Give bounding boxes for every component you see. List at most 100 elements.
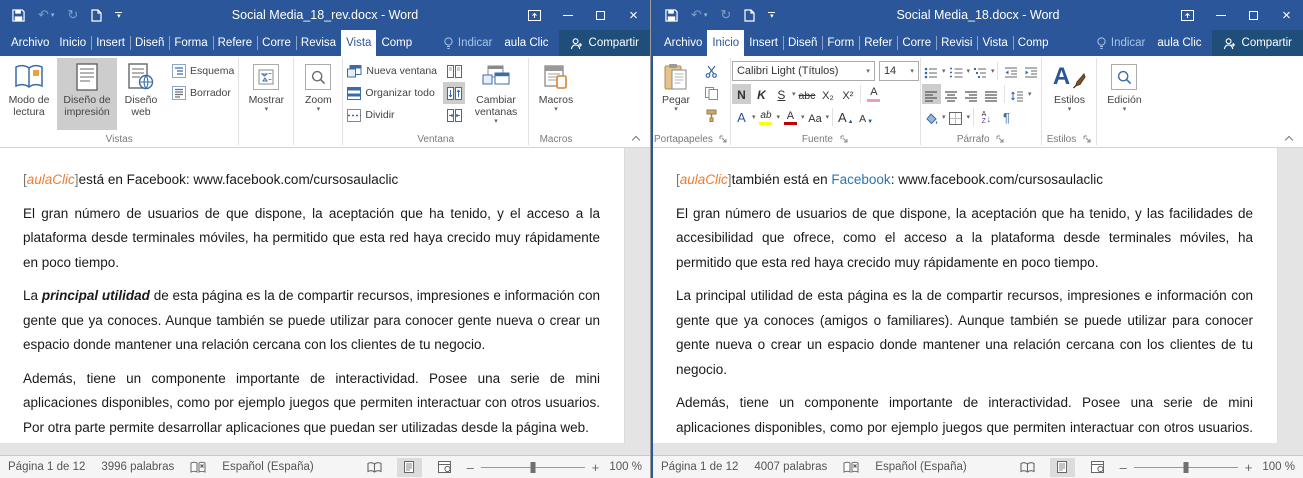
shading-button[interactable] (922, 107, 941, 127)
zoom-slider[interactable] (1134, 467, 1238, 468)
tab-complementos[interactable]: Comp (1013, 30, 1054, 56)
tab-archivo[interactable]: Archivo (6, 30, 54, 56)
status-read-mode-button[interactable] (1015, 458, 1040, 477)
bullets-caret-icon[interactable]: ▾ (942, 68, 946, 75)
cut-button[interactable] (700, 60, 722, 82)
tab-correspondencia[interactable]: Corre (257, 30, 296, 56)
decrease-indent-button[interactable] (1001, 61, 1020, 81)
proofing-status-button[interactable] (843, 461, 859, 474)
status-web-layout-button[interactable] (432, 458, 457, 477)
outline-view-button[interactable]: Esquema (169, 60, 237, 82)
tab-diseno[interactable]: Diseñ (783, 30, 822, 56)
split-button[interactable]: Dividir (344, 104, 440, 126)
font-size-combobox[interactable]: 14▾ (879, 61, 919, 81)
save-button[interactable] (12, 9, 25, 22)
horizontal-scroll-strip[interactable] (653, 443, 1303, 455)
tab-revisar[interactable]: Revisa (296, 30, 341, 56)
page-indicator[interactable]: Página 1 de 12 (661, 461, 738, 473)
zoom-percentage[interactable]: 100 % (609, 461, 642, 473)
new-window-button[interactable]: Nueva ventana (344, 60, 440, 82)
vertical-scrollbar[interactable] (1277, 148, 1303, 443)
zoom-slider-thumb[interactable] (530, 462, 535, 473)
borders-button[interactable] (946, 107, 965, 127)
change-case-caret-icon[interactable]: ▾ (825, 114, 829, 121)
increase-indent-button[interactable] (1021, 61, 1040, 81)
fuente-dialog-launcher[interactable] (838, 134, 849, 145)
maximize-button[interactable] (1237, 0, 1270, 30)
grow-font-button[interactable]: A▲ (836, 107, 856, 127)
bullets-button[interactable] (922, 61, 941, 81)
borders-caret-icon[interactable]: ▾ (966, 114, 970, 121)
zoom-out-button[interactable]: – (1120, 460, 1127, 475)
horizontal-scroll-strip[interactable] (0, 443, 650, 455)
share-button[interactable]: Compartir (559, 30, 650, 56)
tab-referencias[interactable]: Refer (859, 30, 897, 56)
language-indicator[interactable]: Español (España) (222, 461, 313, 473)
minimize-button[interactable] (551, 0, 584, 30)
line-spacing-button[interactable] (1008, 84, 1027, 104)
draft-view-button[interactable]: Borrador (169, 82, 237, 104)
status-web-layout-button[interactable] (1085, 458, 1110, 477)
bold-button[interactable]: N (732, 84, 751, 104)
word-count[interactable]: 4007 palabras (754, 461, 827, 473)
tab-diseno[interactable]: Diseñ (130, 30, 169, 56)
align-center-button[interactable] (942, 84, 961, 104)
redo-button[interactable]: ↻ (67, 7, 78, 23)
estilos-dialog-launcher[interactable] (1081, 134, 1092, 145)
tab-referencias[interactable]: Refere (213, 30, 258, 56)
new-document-button[interactable] (744, 9, 755, 22)
ribbon-display-options-button[interactable] (1171, 0, 1204, 30)
show-paragraph-marks-button[interactable]: ¶ (997, 107, 1016, 127)
maximize-button[interactable] (584, 0, 617, 30)
ribbon-display-options-button[interactable] (518, 0, 551, 30)
zoom-group-button[interactable]: Zoom ▾ (295, 58, 341, 130)
proofing-status-button[interactable] (190, 461, 206, 474)
collapse-ribbon-button[interactable] (1285, 134, 1293, 142)
language-indicator[interactable]: Español (España) (875, 461, 966, 473)
zoom-out-button[interactable]: – (467, 460, 474, 475)
underline-button[interactable]: S (772, 84, 791, 104)
word-count[interactable]: 3996 palabras (101, 461, 174, 473)
tab-archivo[interactable]: Archivo (659, 30, 707, 56)
customize-qat-button[interactable]: ▾ (768, 12, 775, 19)
tab-revisar[interactable]: Revisi (936, 30, 977, 56)
zoom-slider-thumb[interactable] (1183, 462, 1188, 473)
numbering-button[interactable] (946, 61, 965, 81)
close-button[interactable]: × (1270, 0, 1303, 30)
clear-formatting-button[interactable]: A (864, 84, 883, 104)
paste-button[interactable]: Pegar ▾ (654, 58, 698, 130)
redo-button[interactable]: ↻ (720, 7, 731, 23)
align-right-button[interactable] (962, 84, 981, 104)
zoom-slider[interactable] (481, 467, 585, 468)
document-page[interactable]: [aulaClic]también está en Facebook: www.… (653, 148, 1277, 443)
account-name[interactable]: aula Clic (1155, 30, 1203, 56)
highlight-caret-icon[interactable]: ▾ (776, 114, 780, 121)
line-spacing-caret-icon[interactable]: ▾ (1028, 91, 1032, 98)
text-effects-caret-icon[interactable]: ▾ (752, 114, 756, 121)
collapse-ribbon-button[interactable] (632, 134, 640, 142)
status-print-layout-button[interactable] (397, 458, 422, 477)
zoom-percentage[interactable]: 100 % (1262, 461, 1295, 473)
underline-caret-icon[interactable]: ▾ (792, 91, 796, 98)
document-page[interactable]: [aulaClic]está en Facebook: www.facebook… (0, 148, 624, 443)
italic-button[interactable]: K (752, 84, 771, 104)
reset-window-position-button[interactable] (443, 104, 465, 126)
strikethrough-button[interactable]: abc (796, 84, 817, 104)
vertical-scrollbar[interactable] (624, 148, 650, 443)
tab-inicio[interactable]: Inicio (707, 30, 744, 56)
highlight-color-button[interactable]: ab (756, 107, 775, 127)
save-button[interactable] (665, 9, 678, 22)
share-button[interactable]: Compartir (1212, 30, 1303, 56)
superscript-button[interactable]: X² (838, 84, 857, 104)
font-color-button[interactable]: A (781, 107, 800, 127)
undo-button[interactable]: ↶▾ (691, 7, 707, 23)
tab-complementos[interactable]: Comp (376, 30, 417, 56)
align-left-button[interactable] (922, 84, 941, 104)
parrafo-dialog-launcher[interactable] (995, 134, 1006, 145)
close-button[interactable]: × (617, 0, 650, 30)
tab-inicio[interactable]: Inicio (54, 30, 91, 56)
copy-button[interactable] (700, 82, 722, 104)
tab-insertar[interactable]: Insert (744, 30, 783, 56)
change-case-button[interactable]: Aa (805, 107, 824, 127)
tab-insertar[interactable]: Insert (91, 30, 130, 56)
